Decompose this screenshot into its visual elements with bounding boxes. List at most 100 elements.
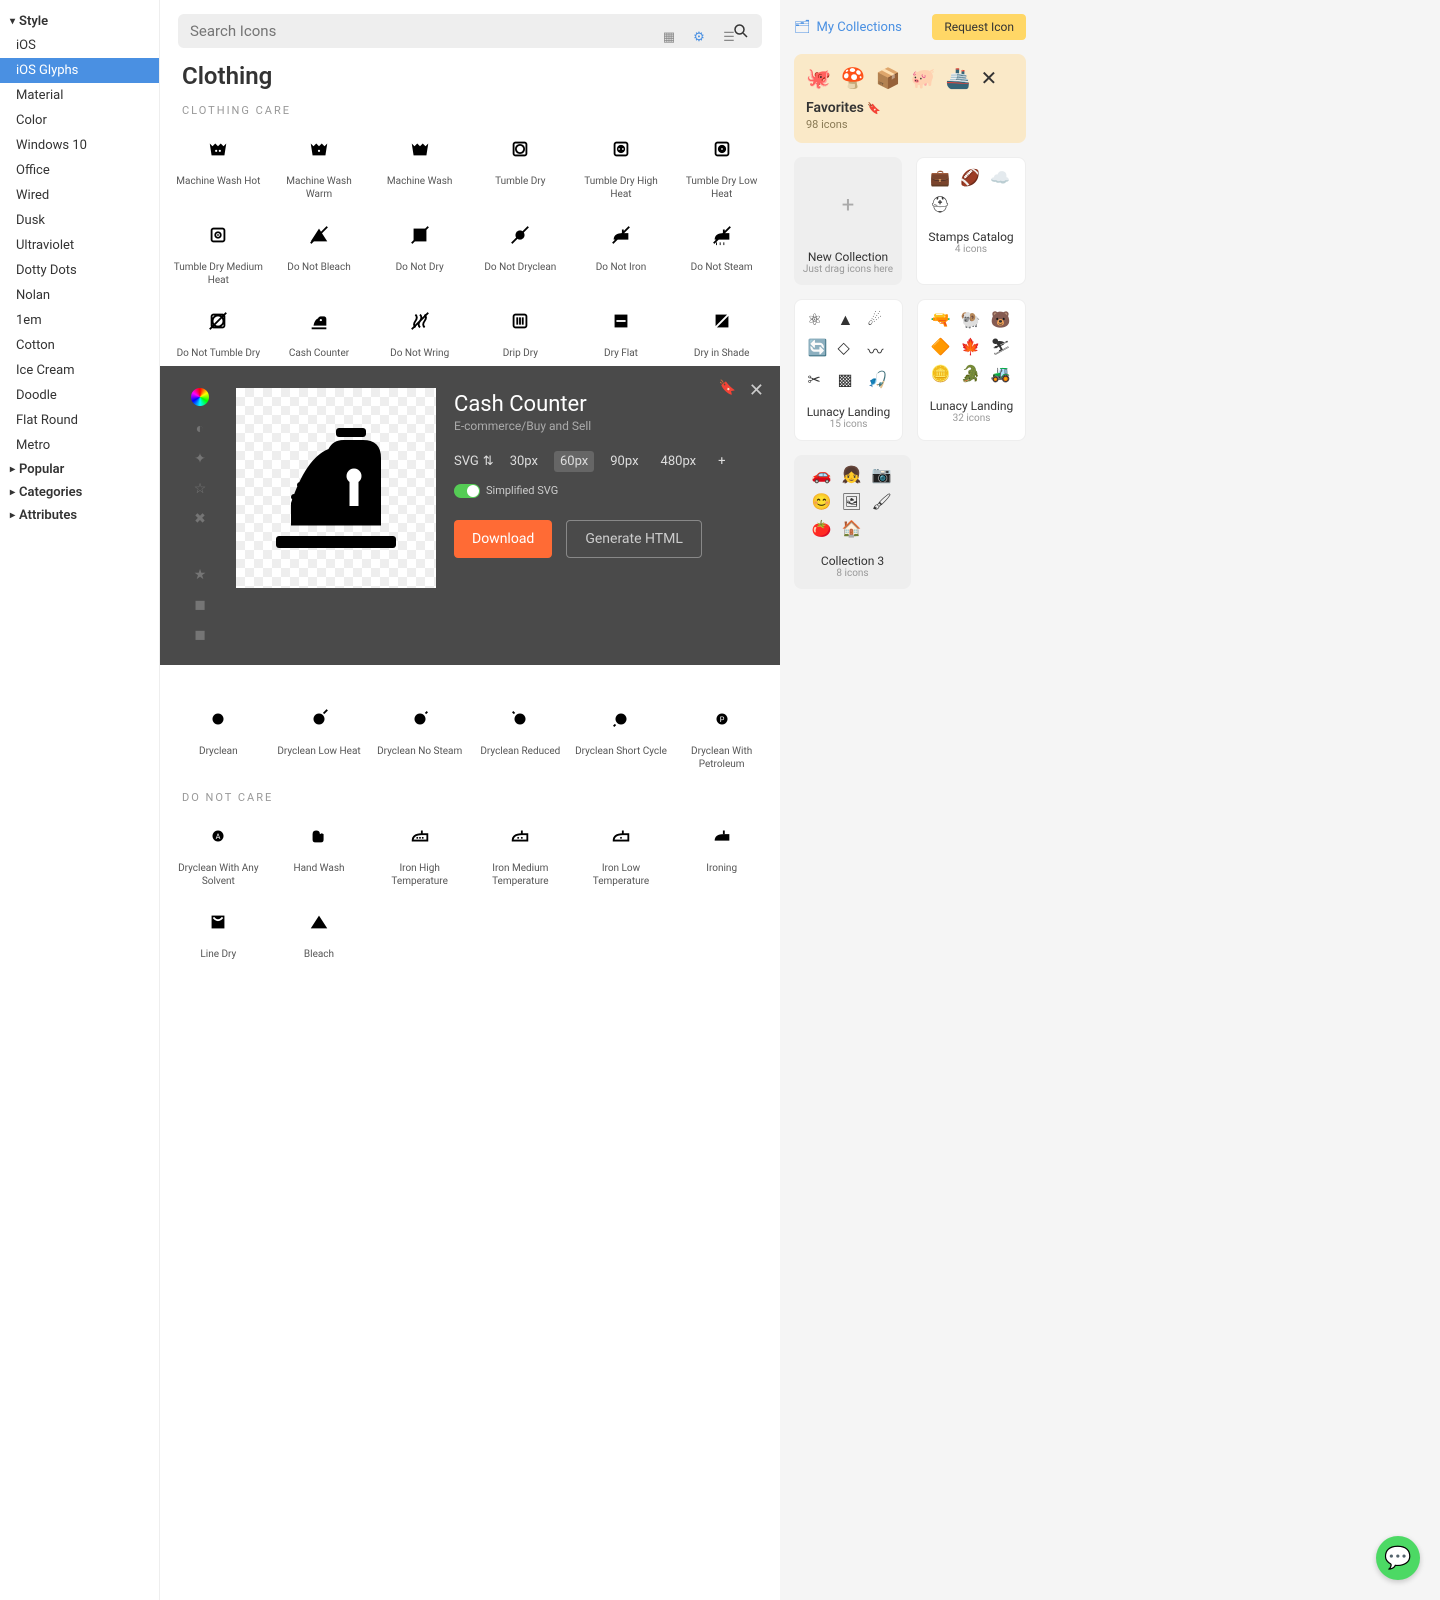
- sidebar-section-style[interactable]: ▾Style: [0, 10, 159, 33]
- icon-label: Do Not Tumble Dry: [177, 347, 261, 360]
- icon-cell[interactable]: Iron Low Temperature: [573, 812, 670, 894]
- size-90[interactable]: 90px: [604, 451, 644, 472]
- color-wheel-icon[interactable]: [191, 388, 209, 406]
- collection-3[interactable]: 🚗👧📷 😊🖼🖌 🍅🏠 Collection 3 8 icons: [794, 455, 911, 589]
- sidebar-item-color[interactable]: Color: [0, 108, 159, 133]
- request-icon-button[interactable]: Request Icon: [932, 14, 1026, 40]
- group-header: Clothing Care: [182, 104, 758, 117]
- icon-cell[interactable]: Do Not Bleach: [271, 211, 368, 293]
- icon-cell[interactable]: Do Not Iron: [573, 211, 670, 293]
- icon-cell[interactable]: Bleach: [271, 898, 368, 967]
- icon-cell[interactable]: Iron Medium Temperature: [472, 812, 569, 894]
- icon-cell[interactable]: PDryclean With Petroleum: [673, 695, 770, 777]
- format-select[interactable]: SVG ⇅: [454, 454, 494, 469]
- sidebar-item-metro[interactable]: Metro: [0, 433, 159, 458]
- view-settings-icon[interactable]: ⚙: [690, 28, 708, 46]
- icon-cell[interactable]: Do Not Wring: [371, 297, 468, 366]
- tumble-dry-medium-heat-icon: [206, 223, 230, 247]
- icon-cell[interactable]: Do Not Steam: [673, 211, 770, 293]
- sidebar-item-1em[interactable]: 1em: [0, 308, 159, 333]
- sidebar-item-ios-glyphs[interactable]: iOS Glyphs: [0, 58, 159, 83]
- icon-cell[interactable]: Dryclean No Steam: [371, 695, 468, 777]
- icon-cell[interactable]: Tumble Dry High Heat: [573, 125, 670, 207]
- icon-cell[interactable]: Dryclean Short Cycle: [573, 695, 670, 777]
- icon-cell[interactable]: Do Not Dryclean: [472, 211, 569, 293]
- icon-cell[interactable]: Do Not Tumble Dry: [170, 297, 267, 366]
- overlay-icon[interactable]: ☆: [194, 481, 207, 497]
- icon-cell[interactable]: Line Dry: [170, 898, 267, 967]
- size-60[interactable]: 60px: [554, 451, 594, 472]
- icon-cell[interactable]: Dry in Shade: [673, 297, 770, 366]
- size-480[interactable]: 480px: [655, 451, 703, 472]
- chat-button[interactable]: 💬: [1376, 1536, 1420, 1580]
- icon-cell[interactable]: Iron High Temperature: [371, 812, 468, 894]
- sidebar-item-flatround[interactable]: Flat Round: [0, 408, 159, 433]
- sidebar-item-ultraviolet[interactable]: Ultraviolet: [0, 233, 159, 258]
- effects-icon[interactable]: ✦: [194, 451, 206, 467]
- download-button[interactable]: Download: [454, 520, 552, 558]
- icon-cell[interactable]: Dryclean Low Heat: [271, 695, 368, 777]
- icon-cell[interactable]: Do Not Dry: [371, 211, 468, 293]
- view-list-icon[interactable]: ☰: [720, 28, 738, 46]
- collection-lunacy1[interactable]: ⚛▲☄ 🔄◇〰 ✂▩🎣 Lunacy Landing 15 icons: [794, 299, 903, 441]
- sidebar-item-ios[interactable]: iOS: [0, 33, 159, 58]
- sidebar-item-office[interactable]: Office: [0, 158, 159, 183]
- hook-icon: 〰: [868, 338, 890, 362]
- icon-cell[interactable]: Dryclean: [170, 695, 267, 777]
- icon-label: Machine Wash Hot: [176, 175, 260, 188]
- star-filled-icon[interactable]: ★: [194, 567, 207, 583]
- sidebar-section-popular[interactable]: ▸Popular: [0, 458, 159, 481]
- sidebar-item-dusk[interactable]: Dusk: [0, 208, 159, 233]
- my-collections-link[interactable]: 🗂My Collections: [794, 20, 902, 35]
- bleach-icon: [307, 910, 331, 934]
- simplified-toggle[interactable]: Simplified SVG: [454, 484, 758, 498]
- collection-lunacy2[interactable]: 🔫🐏🐻 🔶🍁⛷ 🪙🐊🚜 Lunacy Landing 32 icons: [917, 299, 1026, 441]
- add-size-icon[interactable]: +: [712, 451, 731, 472]
- sidebar-item-material[interactable]: Material: [0, 83, 159, 108]
- icon-cell[interactable]: Tumble Dry Medium Heat: [170, 211, 267, 293]
- icon-cell[interactable]: Dry Flat: [573, 297, 670, 366]
- tumble-dry-low-heat-icon: [710, 137, 734, 161]
- favorites-collection[interactable]: 🐙 🍄 📦 🐖 🚢 ✕ Favorites 🔖 98 icons: [794, 54, 1026, 143]
- sidebar-item-wired[interactable]: Wired: [0, 183, 159, 208]
- generate-html-button[interactable]: Generate HTML: [566, 520, 702, 558]
- detail-preview: [236, 388, 436, 588]
- size-30[interactable]: 30px: [504, 451, 544, 472]
- icon-cell[interactable]: Ironing: [673, 812, 770, 894]
- ship-icon: 🚢: [946, 66, 971, 90]
- sidebar-item-icecream[interactable]: Ice Cream: [0, 358, 159, 383]
- view-grid-icon[interactable]: ▦: [660, 28, 678, 46]
- icon-cell[interactable]: ADryclean With Any Solvent: [170, 812, 267, 894]
- icon-cell[interactable]: Cash Counter: [271, 297, 368, 366]
- recolor-icon[interactable]: ◐: [196, 420, 204, 437]
- icon-cell[interactable]: Machine Wash: [371, 125, 468, 207]
- square-icon[interactable]: ◼: [194, 597, 206, 613]
- icon-label: Iron Low Temperature: [575, 862, 668, 888]
- search-input[interactable]: [190, 22, 732, 40]
- sidebar-item-nolan[interactable]: Nolan: [0, 283, 159, 308]
- icon-cell[interactable]: Machine Wash Hot: [170, 125, 267, 207]
- icon-cell[interactable]: Machine Wash Warm: [271, 125, 368, 207]
- close-icon[interactable]: ✕: [749, 380, 764, 401]
- sidebar-section-categories[interactable]: ▸Categories: [0, 481, 159, 504]
- sidebar-item-doodle[interactable]: Doodle: [0, 383, 159, 408]
- icon-cell[interactable]: Hand Wash: [271, 812, 368, 894]
- icon-cell[interactable]: Drip Dry: [472, 297, 569, 366]
- sidebar-section-attributes[interactable]: ▸Attributes: [0, 504, 159, 527]
- car-icon: 🚗: [812, 465, 834, 484]
- text-icon[interactable]: ✖: [194, 511, 206, 527]
- bookmark-icon[interactable]: 🔖: [719, 380, 736, 396]
- icon-cell[interactable]: Tumble Dry Low Heat: [673, 125, 770, 207]
- sidebar-item-cotton[interactable]: Cotton: [0, 333, 159, 358]
- briefcase-icon: 💼: [930, 168, 952, 187]
- icon-cell[interactable]: Tumble Dry: [472, 125, 569, 207]
- helmet-icon: ⛑: [930, 195, 952, 214]
- icon-cell[interactable]: Dryclean Reduced: [472, 695, 569, 777]
- sidebar-item-windows10[interactable]: Windows 10: [0, 133, 159, 158]
- collection-stamps[interactable]: 💼🏈☁️ ⛑ Stamps Catalog 4 icons: [916, 157, 1026, 285]
- dryclean-short-cycle-icon: [609, 707, 633, 731]
- detail-breadcrumb[interactable]: E-commerce/Buy and Sell: [454, 419, 758, 433]
- square2-icon[interactable]: ◼: [194, 627, 206, 643]
- sidebar-item-dotty[interactable]: Dotty Dots: [0, 258, 159, 283]
- new-collection[interactable]: + New Collection Just drag icons here: [794, 157, 902, 285]
